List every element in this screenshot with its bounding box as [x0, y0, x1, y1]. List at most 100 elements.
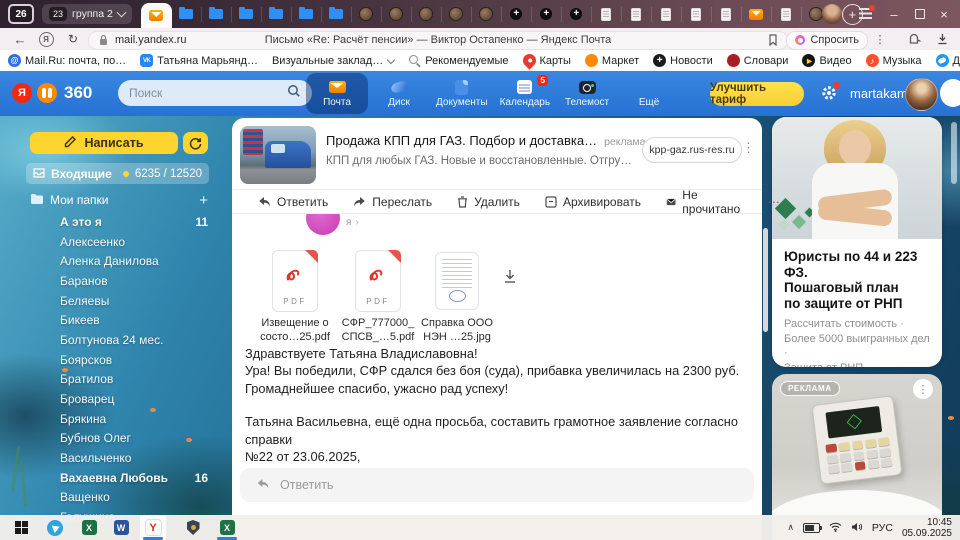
- service-nav-item[interactable]: Почта: [306, 73, 368, 114]
- service-nav-item[interactable]: Телемост: [556, 73, 618, 114]
- taskbar-yandex-browser[interactable]: Y: [140, 515, 166, 540]
- service-nav-item[interactable]: Документы: [430, 73, 494, 114]
- browser-tab[interactable]: [622, 7, 652, 22]
- bookmark-item[interactable]: Новости: [653, 54, 713, 67]
- attachment-name[interactable]: Справка ОООНЭН …25.jpg: [407, 316, 507, 344]
- window-minimize-button[interactable]: –: [880, 0, 908, 28]
- inline-ad-link-button[interactable]: kpp-gaz.rus-res.ru: [642, 137, 742, 163]
- bookmark-item[interactable]: Рекомендуемые: [408, 54, 508, 67]
- service-nav-item[interactable]: Диск: [368, 73, 430, 114]
- wifi-icon[interactable]: [829, 519, 842, 537]
- service-nav-item[interactable]: Календарь 5: [494, 73, 556, 114]
- folder-item[interactable]: Братилов: [30, 370, 208, 390]
- folder-item[interactable]: Болтунова 24 мес.: [30, 330, 208, 350]
- forward-button[interactable]: Переслать: [353, 195, 432, 209]
- inline-ad-title[interactable]: Продажа КПП для ГАЗ. Подбор и доставка…р…: [326, 133, 646, 148]
- tray-expand-icon[interactable]: ∧: [787, 522, 794, 533]
- folder-item[interactable]: Ващенко: [30, 488, 208, 508]
- my-folders-header[interactable]: Мои папки +: [30, 191, 208, 209]
- folder-item[interactable]: Вахаевна Любовь 16: [30, 468, 208, 488]
- browser-tab[interactable]: [232, 7, 262, 22]
- bookmark-item[interactable]: Татьяна Марьянд…: [140, 54, 258, 67]
- taskbar-excel[interactable]: X: [76, 515, 102, 540]
- browser-tab[interactable]: [682, 7, 712, 22]
- folder-item[interactable]: Алексеенко: [30, 232, 208, 252]
- tab-counter-badge[interactable]: 26: [8, 4, 34, 24]
- upgrade-tariff-button[interactable]: Улучшить тариф: [710, 82, 804, 106]
- tab-group[interactable]: 23 группа 2: [42, 4, 132, 24]
- user-avatar[interactable]: [905, 78, 938, 111]
- bookmark-flag-icon[interactable]: [768, 34, 778, 46]
- download-all-icon[interactable]: [500, 266, 520, 286]
- folder-item[interactable]: Баранов: [30, 271, 208, 291]
- taskbar-telegram[interactable]: [42, 515, 68, 540]
- back-button[interactable]: ←: [10, 28, 30, 50]
- window-close-button[interactable]: ×: [930, 0, 958, 28]
- address-bar[interactable]: mail.yandex.ru Письмо «Re: Расчёт пенсии…: [88, 31, 788, 50]
- folder-item[interactable]: Брякина: [30, 409, 208, 429]
- browser-tab[interactable]: [442, 7, 472, 22]
- username[interactable]: martakam: [850, 86, 908, 101]
- inline-ad-image[interactable]: [240, 126, 316, 184]
- bookmark-item[interactable]: Визуальные заклад…: [272, 55, 394, 67]
- bookmark-item[interactable]: Диск: [936, 54, 960, 67]
- refresh-button[interactable]: ↻: [64, 28, 82, 50]
- ask-ai-button[interactable]: Спросить: [786, 31, 868, 50]
- bookmark-item[interactable]: Видео: [802, 54, 851, 67]
- browser-tab[interactable]: [202, 7, 232, 22]
- service-nav-item[interactable]: Ещё: [618, 73, 680, 114]
- speaker-icon[interactable]: [851, 519, 863, 537]
- browser-tab[interactable]: [172, 7, 202, 22]
- taskbar-shield-app[interactable]: [180, 515, 206, 540]
- browser-tab[interactable]: [592, 7, 622, 22]
- folder-item[interactable]: Васильченко: [30, 448, 208, 468]
- folder-item[interactable]: Бикеев: [30, 310, 208, 330]
- taskbar-word[interactable]: W: [108, 515, 134, 540]
- side-widget-handle[interactable]: [940, 79, 960, 107]
- add-folder-button[interactable]: +: [199, 192, 208, 209]
- bookmark-item[interactable]: Маркет: [585, 54, 639, 67]
- browser-tab[interactable]: [292, 7, 322, 22]
- sender-short[interactable]: я: [346, 217, 359, 228]
- folder-item[interactable]: Боярсков: [30, 350, 208, 370]
- active-tab-mail[interactable]: [141, 3, 172, 28]
- taskbar-clock[interactable]: 10:45 05.09.2025: [902, 517, 952, 539]
- settings-gear-icon[interactable]: [820, 84, 838, 102]
- browser-tab[interactable]: [562, 7, 592, 22]
- browser-tab[interactable]: [652, 7, 682, 22]
- attachment-pdf-2[interactable]: PDF: [355, 250, 401, 312]
- bookmark-item[interactable]: Карты: [523, 54, 571, 67]
- address-more-icon[interactable]: ⋮: [872, 28, 888, 50]
- sidebar-ad-lawyers[interactable]: Юристы по 44 и 223 ФЗ.Пошаговый планпо з…: [772, 117, 942, 367]
- bookmark-item[interactable]: Музыка: [866, 54, 922, 67]
- browser-tab[interactable]: [412, 7, 442, 22]
- downloads-icon[interactable]: [932, 28, 952, 50]
- browser-tab[interactable]: [262, 7, 292, 22]
- mark-unread-button[interactable]: Не прочитано: [666, 188, 743, 216]
- yandex-search-icon[interactable]: Я: [38, 28, 54, 50]
- browser-tab[interactable]: [532, 7, 562, 22]
- folder-item[interactable]: Бубнов Олег: [30, 429, 208, 449]
- browser-tab[interactable]: [322, 7, 352, 22]
- battery-icon[interactable]: [803, 523, 820, 533]
- browser-tab[interactable]: [352, 7, 382, 22]
- check-mail-button[interactable]: [183, 132, 208, 154]
- language-indicator[interactable]: РУС: [872, 522, 893, 534]
- delete-button[interactable]: Удалить: [457, 195, 520, 209]
- taskbar-excel-2[interactable]: X: [214, 515, 240, 540]
- start-button[interactable]: [8, 515, 34, 540]
- archive-button[interactable]: Архивировать: [545, 195, 641, 209]
- bookmark-item[interactable]: Словари: [727, 54, 789, 67]
- browser-tab[interactable]: [712, 7, 742, 22]
- extension-icon[interactable]: [904, 28, 924, 50]
- ad-more-icon[interactable]: ⋮: [913, 379, 933, 399]
- toolbar-more-icon[interactable]: ⋯: [768, 195, 781, 209]
- folder-item[interactable]: А это я 11: [30, 212, 208, 232]
- browser-menu-icon[interactable]: [859, 8, 872, 19]
- browser-tab[interactable]: [502, 7, 532, 22]
- yandex360-logo[interactable]: Я 360: [12, 83, 92, 103]
- sidebar-item-inbox[interactable]: Входящие 6235 / 12520: [26, 163, 209, 184]
- attachment-pdf-1[interactable]: PDF: [272, 250, 318, 312]
- browser-tab[interactable]: [382, 7, 412, 22]
- search-input[interactable]: Поиск: [118, 80, 312, 106]
